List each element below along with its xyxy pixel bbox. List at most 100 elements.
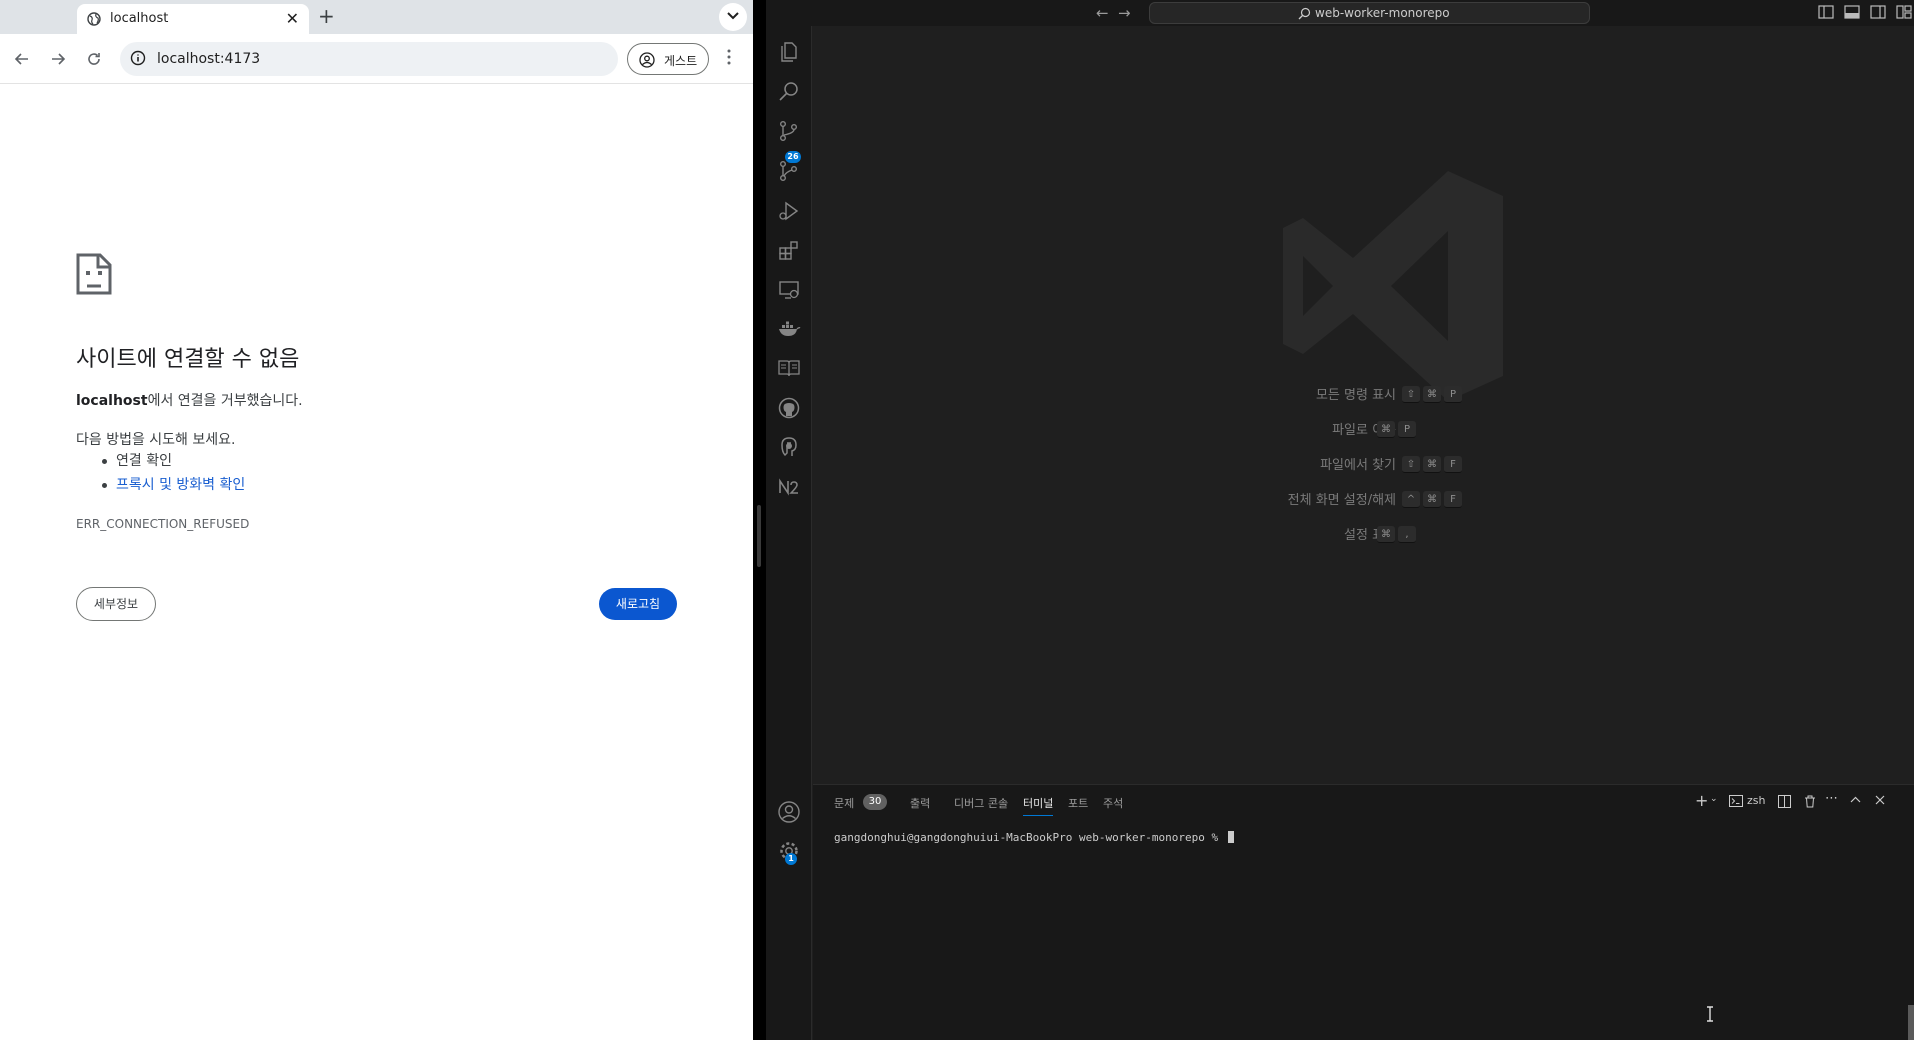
error-title: 사이트에 연결할 수 없음 (76, 347, 300, 372)
github-icon[interactable] (777, 396, 801, 420)
shortcut-row: 전체 화면 설정/해제 ^ ⌘ F (1113, 481, 1513, 516)
tab-debug-console[interactable]: 디버그 콘솔 (954, 795, 1008, 811)
error-host: localhost (76, 393, 148, 409)
shortcut-hints: 모든 명령 표시 ⇧ ⌘ P 파일로 이동 ⌘ P 파일에서 찾기 ⇧ ⌘ F 전체 화면… (1113, 376, 1513, 551)
more-menu-icon[interactable] (726, 48, 732, 66)
git-graph-icon[interactable] (777, 159, 801, 183)
tab-terminal[interactable]: 터미널 (1023, 795, 1054, 816)
back-arrow-icon[interactable] (12, 49, 32, 69)
terminal-cursor (1227, 831, 1234, 843)
extensions-icon[interactable] (777, 238, 801, 262)
browser-toolbar: localhost:4173 게스트 (0, 34, 753, 84)
error-description-text: 에서 연결을 거부했습니다. (147, 393, 303, 409)
forward-arrow-icon[interactable] (48, 49, 68, 69)
n2-icon[interactable] (777, 475, 801, 499)
remote-explorer-icon[interactable] (777, 278, 801, 302)
new-terminal-icon[interactable]: + (1695, 791, 1708, 810)
key-cap: F (1444, 456, 1462, 473)
tab-close-icon[interactable]: ✕ (286, 9, 299, 28)
terminal-profile-chevron-icon[interactable]: ⌄ (1710, 794, 1718, 804)
source-control-icon[interactable] (777, 119, 801, 143)
command-center[interactable]: web-worker-monorepo (1149, 2, 1590, 24)
keybinding: ⌘, (1377, 522, 1419, 543)
split-terminal-icon[interactable] (1778, 795, 1791, 808)
vscode-window: ← → web-worker-monorepo 26 1 모든 명령 표시 ⇧ … (766, 0, 1914, 1040)
key-cap: P (1398, 421, 1416, 438)
tab-comments[interactable]: 주석 (1103, 795, 1123, 811)
toggle-secondary-sidebar-icon[interactable] (1870, 5, 1886, 19)
sad-document-icon (76, 253, 112, 295)
settings-badge: 1 (785, 853, 797, 865)
suggestion-item: 연결 확인 (76, 451, 245, 475)
toggle-sidebar-icon[interactable] (1818, 5, 1834, 19)
nav-forward-icon[interactable]: → (1118, 4, 1131, 22)
key-cap: ⌘ (1377, 526, 1395, 543)
key-cap: ^ (1402, 491, 1420, 508)
window-divider[interactable] (753, 0, 766, 1040)
shortcut-row: 모든 명령 표시 ⇧ ⌘ P (1113, 376, 1513, 411)
reload-icon[interactable] (84, 49, 104, 69)
maximize-panel-icon[interactable] (1850, 796, 1861, 803)
guest-label: 게스트 (664, 54, 698, 68)
run-debug-icon[interactable] (777, 199, 801, 223)
tab-strip: localhost ✕ + (0, 0, 753, 34)
suggestions-heading: 다음 방법을 시도해 보세요. (76, 432, 236, 448)
new-tab-button[interactable]: + (318, 4, 335, 28)
tab-search-button[interactable] (719, 3, 747, 31)
tab-problems[interactable]: 문제 (834, 795, 854, 811)
url-text[interactable]: localhost:4173 (157, 51, 260, 67)
toggle-panel-icon[interactable] (1844, 5, 1860, 19)
bottom-panel: 문제 30 출력 디버그 콘솔 터미널 포트 주석 + ⌄ zsh ⋯ gang… (813, 784, 1914, 1040)
error-page: 사이트에 연결할 수 없음 localhost에서 연결을 거부했습니다. 다음… (0, 85, 753, 1040)
key-cap: F (1444, 491, 1462, 508)
editor-area: 모든 명령 표시 ⇧ ⌘ P 파일로 이동 ⌘ P 파일에서 찾기 ⇧ ⌘ F 전체 화면… (813, 26, 1914, 783)
key-cap: ⇧ (1402, 456, 1420, 473)
resize-handle[interactable] (757, 505, 761, 567)
shortcut-row: 파일에서 찾기 ⇧ ⌘ F (1113, 446, 1513, 481)
site-info-icon[interactable] (130, 50, 146, 66)
profile-icon (639, 52, 655, 68)
book-icon[interactable] (777, 356, 801, 380)
browser-tab[interactable]: localhost ✕ (77, 4, 309, 34)
account-icon[interactable] (777, 800, 801, 824)
explorer-icon[interactable] (777, 40, 801, 64)
workspace-name: web-worker-monorepo (1315, 6, 1450, 20)
keybinding: ⇧ ⌘ F (1402, 452, 1465, 473)
shortcut-row: 설정 표시 ⌘, (1113, 516, 1513, 551)
key-cap: ⌘ (1423, 386, 1441, 403)
close-panel-icon[interactable] (1875, 795, 1885, 805)
key-cap: , (1398, 526, 1416, 543)
chevron-down-icon (727, 12, 739, 20)
trash-icon[interactable] (1804, 795, 1816, 808)
keybinding: ⌘ P (1377, 417, 1419, 438)
docker-icon[interactable] (777, 317, 801, 341)
terminal-output[interactable]: gangdonghui@gangdonghuiui-MacBookPro web… (834, 831, 1234, 844)
terminal-prompt: gangdonghui@gangdonghuiui-MacBookPro web… (834, 831, 1225, 844)
vscode-logo-watermark (1283, 171, 1503, 401)
key-cap: ⇧ (1402, 386, 1420, 403)
terminal-shell-icon (1729, 795, 1743, 807)
customize-layout-icon[interactable] (1896, 5, 1912, 19)
terminal-scrollbar[interactable] (1908, 1005, 1914, 1040)
search-icon[interactable] (777, 80, 801, 104)
reload-button[interactable]: 새로고침 (599, 588, 677, 620)
key-cap: ⌘ (1423, 491, 1441, 508)
key-cap: ⌘ (1377, 421, 1395, 438)
globe-icon (87, 12, 101, 26)
title-bar: ← → web-worker-monorepo (766, 0, 1914, 26)
chrome-window: localhost ✕ + localhost:4173 게스트 사이트에 연결… (0, 0, 753, 1040)
tab-ports[interactable]: 포트 (1068, 795, 1088, 811)
guest-profile-button[interactable]: 게스트 (627, 43, 709, 75)
suggestion-link[interactable]: 프록시 및 방화벽 확인 (76, 475, 245, 499)
details-button[interactable]: 세부정보 (76, 587, 156, 621)
address-bar[interactable]: localhost:4173 (120, 42, 618, 76)
error-description: localhost에서 연결을 거부했습니다. (76, 390, 303, 410)
keybinding: ⇧ ⌘ P (1402, 382, 1465, 403)
shell-name[interactable]: zsh (1747, 794, 1765, 807)
more-actions-icon[interactable]: ⋯ (1825, 791, 1838, 806)
shortcut-label: 모든 명령 표시 (1315, 388, 1396, 403)
nav-back-icon[interactable]: ← (1096, 4, 1109, 22)
tab-output[interactable]: 출력 (910, 795, 930, 811)
postgresql-icon[interactable] (777, 435, 801, 459)
suggestions-list: 연결 확인 프록시 및 방화벽 확인 (76, 451, 245, 499)
